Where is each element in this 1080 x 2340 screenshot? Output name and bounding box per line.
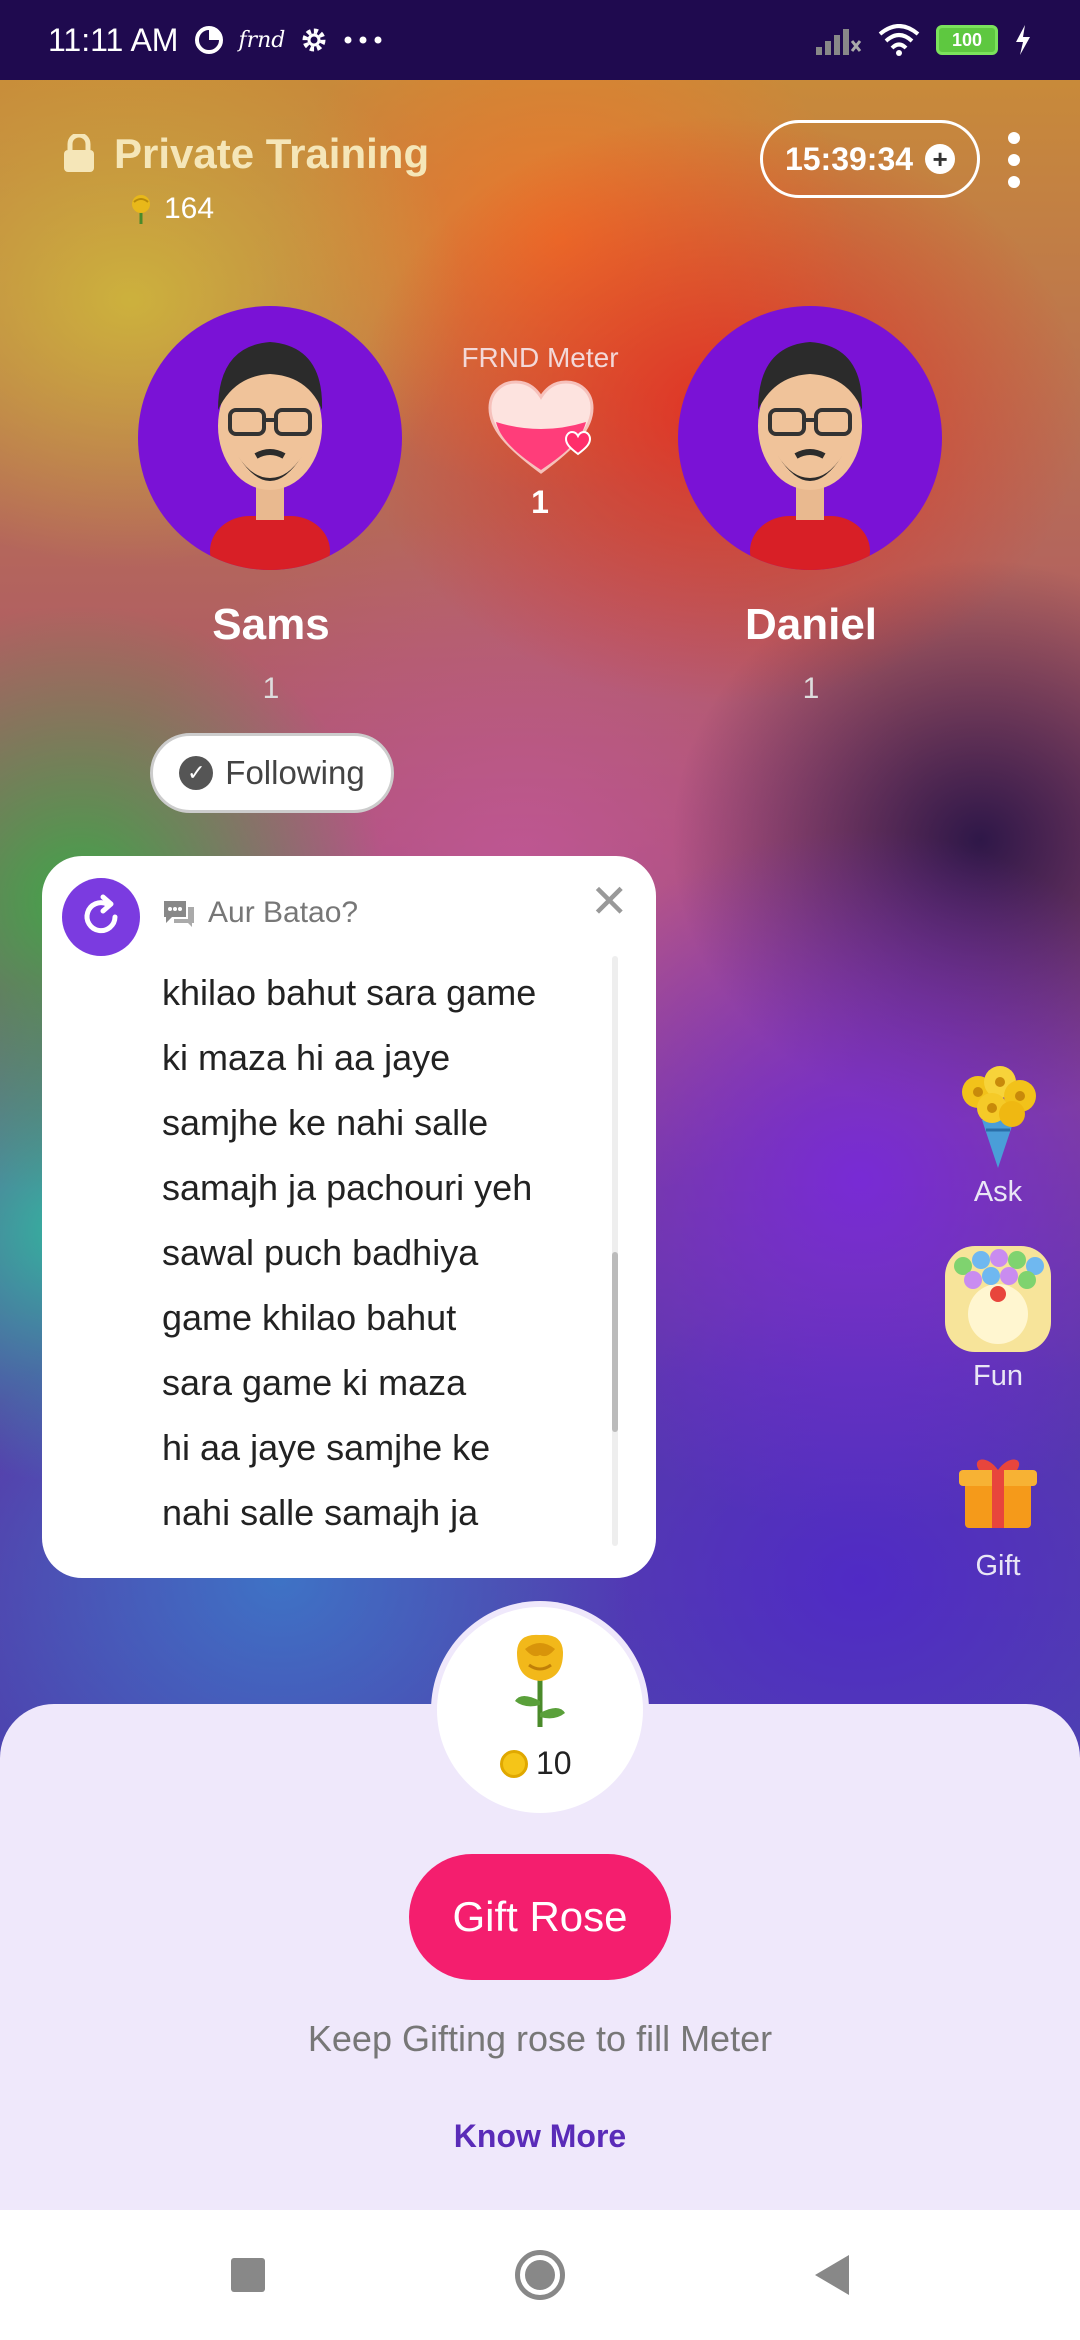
rose-icon: [132, 195, 150, 224]
add-time-icon: +: [925, 144, 956, 174]
status-bar: 11:11 AM frnd 100: [0, 0, 1080, 80]
charging-icon: [1016, 25, 1030, 55]
back-button[interactable]: [815, 2255, 849, 2295]
more-dots-icon: [344, 36, 382, 44]
rose-cost: 10: [500, 1745, 572, 1782]
following-button[interactable]: ✓ Following: [150, 733, 394, 813]
bubble-game-icon: [945, 1246, 1051, 1352]
gift-label: Gift: [975, 1550, 1021, 1582]
gift-action-button[interactable]: Gift: [938, 1434, 1058, 1583]
question-scrollbar-thumb[interactable]: [612, 1252, 618, 1432]
chat-bubble-icon: [164, 901, 194, 927]
rose-icon: [515, 1634, 565, 1727]
question-card-title: Aur Batao?: [208, 896, 359, 929]
signal-icon: [816, 29, 862, 55]
rose-cost-value: 10: [536, 1745, 572, 1781]
fun-action-button[interactable]: Fun: [938, 1244, 1058, 1393]
more-options-button[interactable]: [1002, 132, 1026, 188]
question-line: sara game ki maza: [162, 1362, 467, 1403]
avatar-daniel[interactable]: [678, 306, 942, 570]
question-scrollbar-track[interactable]: [612, 956, 618, 1546]
user-count-sams: 1: [262, 672, 280, 705]
gift-box-icon: [959, 1459, 1037, 1528]
room-rose-count: 164: [164, 192, 215, 225]
room-header: Private Training 164: [62, 130, 429, 226]
question-line: sawal puch badhiya: [162, 1232, 479, 1273]
avatar-illustration: [210, 342, 330, 570]
frnd-meter-label: FRND Meter: [461, 342, 619, 373]
lock-icon: [64, 134, 94, 172]
room-title: Private Training: [114, 130, 430, 177]
gift-hint-text: Keep Gifting rose to fill Meter: [307, 2018, 773, 2059]
fun-label: Fun: [973, 1360, 1023, 1392]
question-line: nahi salle samajh ja: [162, 1492, 479, 1533]
close-question-button[interactable]: ✕: [590, 878, 629, 924]
system-nav-bar: [0, 2210, 1080, 2340]
question-line: samjhe ke nahi salle: [162, 1102, 489, 1143]
user-count-daniel: 1: [802, 672, 820, 705]
gift-rose-button[interactable]: Gift Rose: [409, 1854, 671, 1980]
refresh-icon: [84, 894, 118, 934]
gear-icon: [302, 28, 326, 52]
refresh-question-button[interactable]: [62, 878, 140, 956]
frnd-meter-count: 1: [531, 484, 549, 520]
gift-rose-label: Gift Rose: [452, 1893, 628, 1940]
timer-value: 15:39:34: [784, 140, 914, 177]
ask-label: Ask: [973, 1176, 1023, 1208]
ask-action-button[interactable]: Ask: [938, 1060, 1058, 1209]
question-line: khilao bahut sara game: [162, 972, 537, 1013]
app-mark-frnd: frnd: [238, 27, 286, 53]
question-line: hi aa jaye samjhe ke: [162, 1427, 491, 1468]
frnd-meter-heart-icon[interactable]: [486, 380, 596, 480]
know-more-link[interactable]: Know More: [0, 2118, 1080, 2155]
data-saver-icon: [195, 26, 224, 54]
avatar-sams[interactable]: [138, 306, 402, 570]
question-card: Aur Batao? ✕ khilao bahut sara game ki m…: [42, 856, 656, 1578]
question-text[interactable]: khilao bahut sara game ki maza hi aa jay…: [162, 960, 632, 1560]
question-line: samajh ja pachouri yeh: [162, 1167, 533, 1208]
following-label: Following: [225, 754, 365, 791]
battery-level: 100: [951, 29, 983, 50]
recents-button[interactable]: [231, 2258, 265, 2292]
avatar-illustration: [750, 342, 870, 570]
user-name-daniel: Daniel: [744, 600, 878, 649]
status-time: 11:11 AM: [48, 21, 179, 58]
battery-icon: 100: [936, 25, 998, 55]
bouquet-icon: [962, 1066, 1036, 1168]
rose-preview: [437, 1607, 643, 1813]
home-button[interactable]: [515, 2250, 565, 2300]
check-icon: ✓: [179, 756, 214, 790]
question-line: ki maza hi aa jaye: [162, 1037, 451, 1078]
coin-icon: [500, 1749, 528, 1778]
question-line: game khilao bahut: [162, 1297, 457, 1338]
user-name-sams: Sams: [212, 600, 330, 649]
wifi-icon: [878, 24, 920, 56]
room-timer-button[interactable]: 15:39:34 +: [760, 120, 980, 198]
